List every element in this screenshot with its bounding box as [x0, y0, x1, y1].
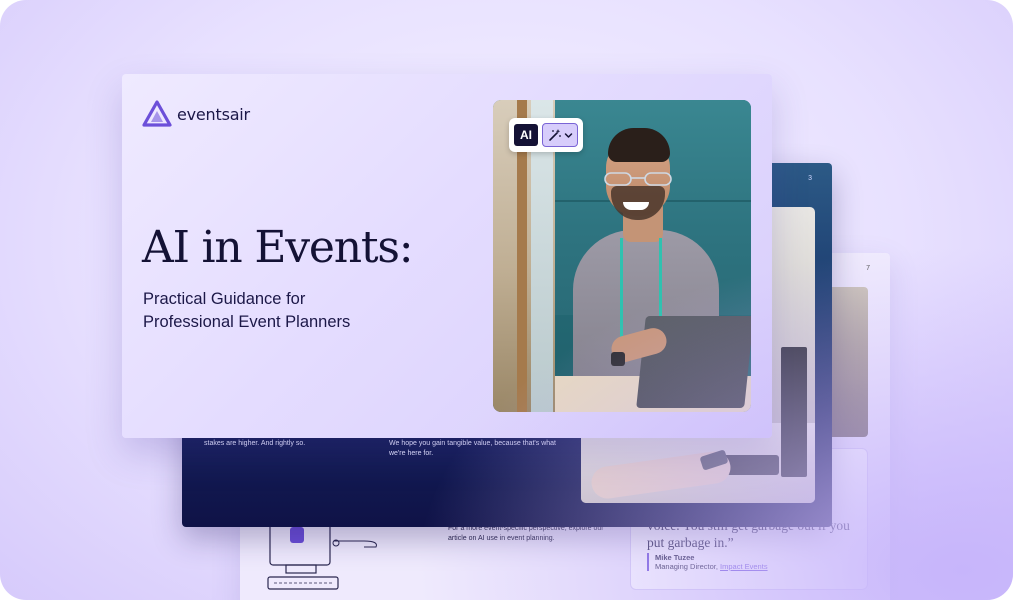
computer-illustration-icon [267, 515, 377, 590]
body-text-right: We hope you gain tangible value, because… [389, 440, 556, 457]
page-number: 7 [866, 265, 870, 272]
eventsair-logo-icon [142, 100, 172, 127]
body-text-left: stakes are higher. And rightly so. [204, 440, 306, 447]
cover-page: eventsair AI in Events: Practical Guidan… [122, 74, 772, 438]
cover-subtitle: Practical Guidance for Professional Even… [143, 290, 351, 331]
brand-name: eventsair [177, 104, 250, 124]
quote-attribution: Mike Tuzee Managing Director, Impact Eve… [647, 553, 768, 571]
quote-role-text: Managing Director, [655, 562, 718, 571]
magic-wand-icon [548, 129, 561, 141]
background-frame: 7 For a more event-specific perspective,… [0, 0, 1013, 600]
ai-toolbar-chip[interactable]: AI [509, 118, 583, 152]
eventsair-logo: eventsair [142, 100, 250, 128]
quote-author: Mike Tuzee [655, 553, 695, 562]
ai-badge: AI [514, 124, 538, 146]
chevron-down-icon [564, 132, 572, 138]
hero-photo: AI [493, 100, 751, 412]
page-number: 3 [808, 175, 812, 182]
cover-title: AI in Events: [142, 222, 414, 273]
quote-role: Managing Director, Impact Events [655, 562, 768, 571]
impact-events-link[interactable]: Impact Events [720, 562, 768, 571]
ai-tool-dropdown[interactable] [542, 123, 578, 147]
body-text: For a more event-specific perspective, e… [448, 525, 604, 542]
